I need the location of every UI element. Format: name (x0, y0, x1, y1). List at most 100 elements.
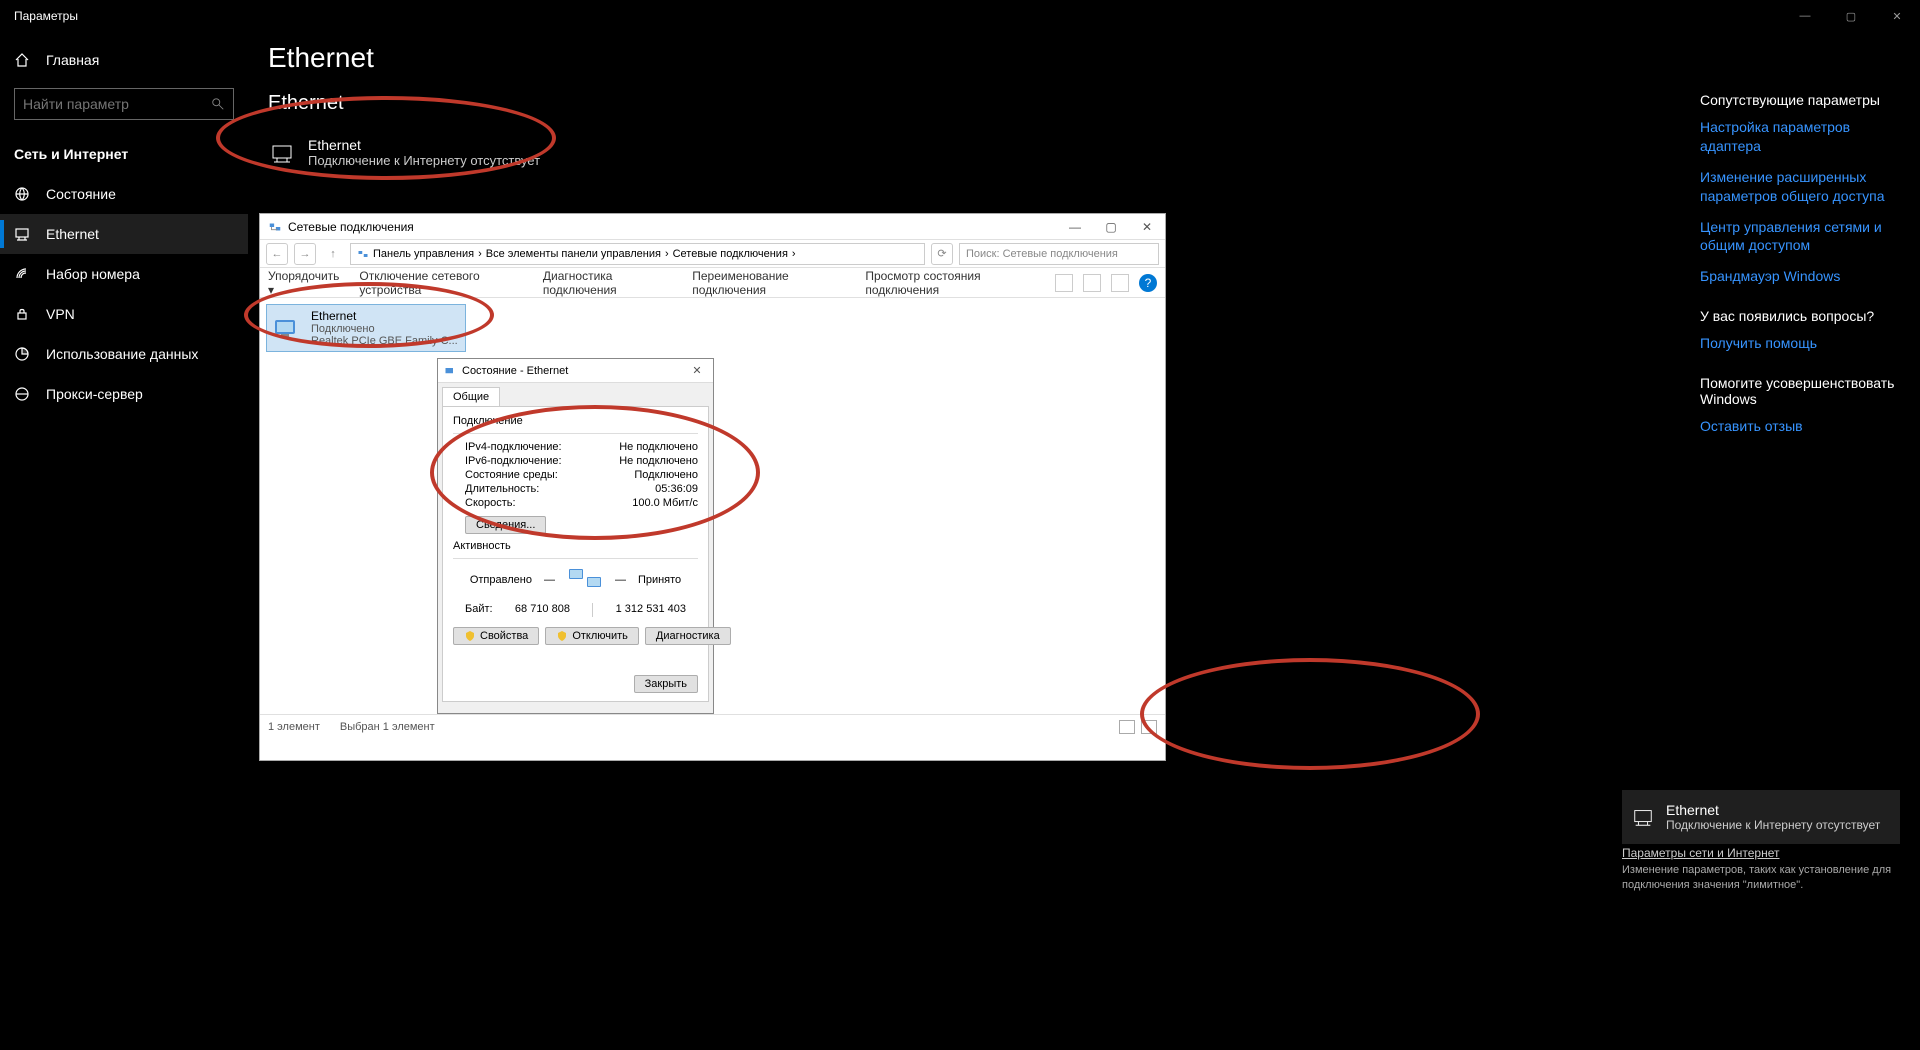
status-count: 1 элемент (268, 721, 320, 733)
sidebar-item-label: Ethernet (46, 226, 99, 242)
network-flyout[interactable]: Ethernet Подключение к Интернету отсутст… (1622, 790, 1900, 844)
nc-adapter-item[interactable]: Ethernet Подключено Realtek PCIe GBE Fam… (266, 304, 466, 352)
home-icon (14, 52, 30, 68)
shield-icon (464, 630, 476, 642)
flyout-footer[interactable]: Параметры сети и Интернет Изменение пара… (1622, 846, 1900, 892)
link-network-center[interactable]: Центр управления сетями и общим доступом (1700, 218, 1900, 256)
nc-close-button[interactable]: ✕ (1129, 220, 1165, 234)
row-key: Скорость: (465, 497, 516, 509)
row-key: IPv6-подключение: (465, 455, 562, 467)
st-close-x[interactable]: ✕ (687, 364, 707, 377)
breadcrumb-part[interactable]: Сетевые подключения (673, 248, 788, 260)
adapter-state: Подключено (311, 323, 458, 335)
nc-maximize-button[interactable]: ▢ (1093, 220, 1129, 234)
close-button[interactable]: ✕ (1874, 0, 1920, 32)
nav-up-button[interactable]: ↑ (322, 243, 344, 265)
link-feedback[interactable]: Оставить отзыв (1700, 417, 1900, 436)
page-title: Ethernet (268, 42, 1900, 74)
sidebar-item-label: Прокси-сервер (46, 386, 143, 402)
recv-label: Принято (638, 574, 681, 586)
view-button[interactable] (1055, 274, 1073, 292)
st-titlebar: Состояние - Ethernet ✕ (438, 359, 713, 383)
link-get-help[interactable]: Получить помощь (1700, 334, 1900, 353)
tb-disable[interactable]: Отключение сетевого устройства (359, 269, 522, 297)
ethernet-name: Ethernet (308, 137, 540, 153)
search-input[interactable] (23, 96, 211, 112)
ethernet-status: Подключение к Интернету отсутствует (308, 153, 540, 168)
computers-icon (567, 565, 603, 595)
section-title: Ethernet (268, 92, 1900, 115)
tb-diagnose[interactable]: Диагностика подключения (543, 269, 672, 297)
nc-address-bar: ← → ↑ Панель управления › Все элементы п… (260, 240, 1165, 268)
flyout-footer-text: Изменение параметров, таких как установл… (1622, 863, 1900, 892)
st-tabs: Общие (438, 383, 713, 406)
link-firewall[interactable]: Брандмауэр Windows (1700, 267, 1900, 286)
ethernet-icon (270, 141, 294, 165)
nav-forward-button[interactable]: → (294, 243, 316, 265)
nc-statusbar: 1 элемент Выбран 1 элемент (260, 714, 1165, 738)
row-val: 05:36:09 (655, 483, 698, 495)
sidebar-item-label: Набор номера (46, 266, 140, 282)
connection-section-label: Подключение (453, 415, 698, 427)
view-details-icon[interactable] (1119, 720, 1135, 734)
sidebar-item-datausage[interactable]: Использование данных (0, 334, 248, 374)
flyout-status: Подключение к Интернету отсутствует (1666, 818, 1880, 832)
globe-icon (14, 186, 30, 202)
proxy-icon (14, 386, 30, 402)
nc-minimize-button[interactable]: — (1057, 220, 1093, 234)
sidebar-item-dialup[interactable]: Набор номера (0, 254, 248, 294)
sent-label: Отправлено (470, 574, 532, 586)
close-button[interactable]: Закрыть (634, 675, 698, 693)
adapter-name: Ethernet (311, 309, 458, 323)
sidebar-item-label: Состояние (46, 186, 116, 202)
maximize-button[interactable]: ▢ (1828, 0, 1874, 32)
details-button[interactable]: Сведения... (465, 516, 546, 534)
row-val: Не подключено (619, 441, 698, 453)
row-val: 100.0 Мбит/с (632, 497, 698, 509)
sidebar-home[interactable]: Главная (0, 40, 248, 80)
properties-button[interactable]: Свойства (453, 627, 539, 645)
row-val: Подключено (634, 469, 698, 481)
breadcrumb-part[interactable]: Панель управления (373, 248, 474, 260)
diagnose-button[interactable]: Диагностика (645, 627, 731, 645)
sidebar-item-vpn[interactable]: VPN (0, 294, 248, 334)
nc-search[interactable]: Поиск: Сетевые подключения (959, 243, 1159, 265)
sidebar-item-label: VPN (46, 306, 75, 322)
help-button[interactable]: ? (1139, 274, 1157, 292)
breadcrumb-part[interactable]: Все элементы панели управления (486, 248, 661, 260)
settings-sidebar: Главная Сеть и Интернет Состояние Ethern… (0, 32, 248, 1050)
tb-status[interactable]: Просмотр состояния подключения (865, 269, 1035, 297)
sidebar-search[interactable] (14, 88, 234, 120)
flyout-footer-title: Параметры сети и Интернет (1622, 846, 1900, 862)
refresh-button[interactable]: ⟳ (931, 243, 953, 265)
view-large-icon[interactable] (1141, 720, 1157, 734)
nc-toolbar: Упорядочить ▾ Отключение сетевого устрой… (260, 268, 1165, 298)
bytes-recv: 1 312 531 403 (616, 603, 686, 617)
nav-back-button[interactable]: ← (266, 243, 288, 265)
tb-organize[interactable]: Упорядочить ▾ (268, 269, 339, 297)
adapter-device: Realtek PCIe GBE Family C... (311, 335, 458, 347)
sidebar-home-label: Главная (46, 52, 99, 68)
tb-rename[interactable]: Переименование подключения (692, 269, 845, 297)
related-settings-panel: Сопутствующие параметры Настройка параме… (1700, 70, 1900, 448)
preview-pane-button[interactable] (1111, 274, 1129, 292)
row-key: IPv4-подключение: (465, 441, 562, 453)
vpn-icon (14, 306, 30, 322)
activity-graphic: Отправлено — — Принято (453, 565, 698, 595)
link-adapter-settings[interactable]: Настройка параметров адаптера (1700, 118, 1900, 156)
st-body: Подключение IPv4-подключение: Не подключе… (442, 406, 709, 702)
sidebar-item-proxy[interactable]: Прокси-сервер (0, 374, 248, 414)
breadcrumb[interactable]: Панель управления › Все элементы панели … (350, 243, 925, 265)
nc-titlebar: Сетевые подключения — ▢ ✕ (260, 214, 1165, 240)
sidebar-item-status[interactable]: Состояние (0, 174, 248, 214)
row-val: Не подключено (619, 455, 698, 467)
sidebar-item-label: Использование данных (46, 346, 198, 362)
minimize-button[interactable]: — (1782, 0, 1828, 32)
link-advanced-sharing[interactable]: Изменение расширенных параметров общего … (1700, 168, 1900, 206)
tab-general[interactable]: Общие (442, 387, 500, 406)
view-button-2[interactable] (1083, 274, 1101, 292)
help-header: У вас появились вопросы? (1700, 308, 1900, 324)
ethernet-connection-item[interactable]: Ethernet Подключение к Интернету отсутст… (268, 131, 1900, 186)
sidebar-item-ethernet[interactable]: Ethernet (0, 214, 248, 254)
disable-button[interactable]: Отключить (545, 627, 639, 645)
